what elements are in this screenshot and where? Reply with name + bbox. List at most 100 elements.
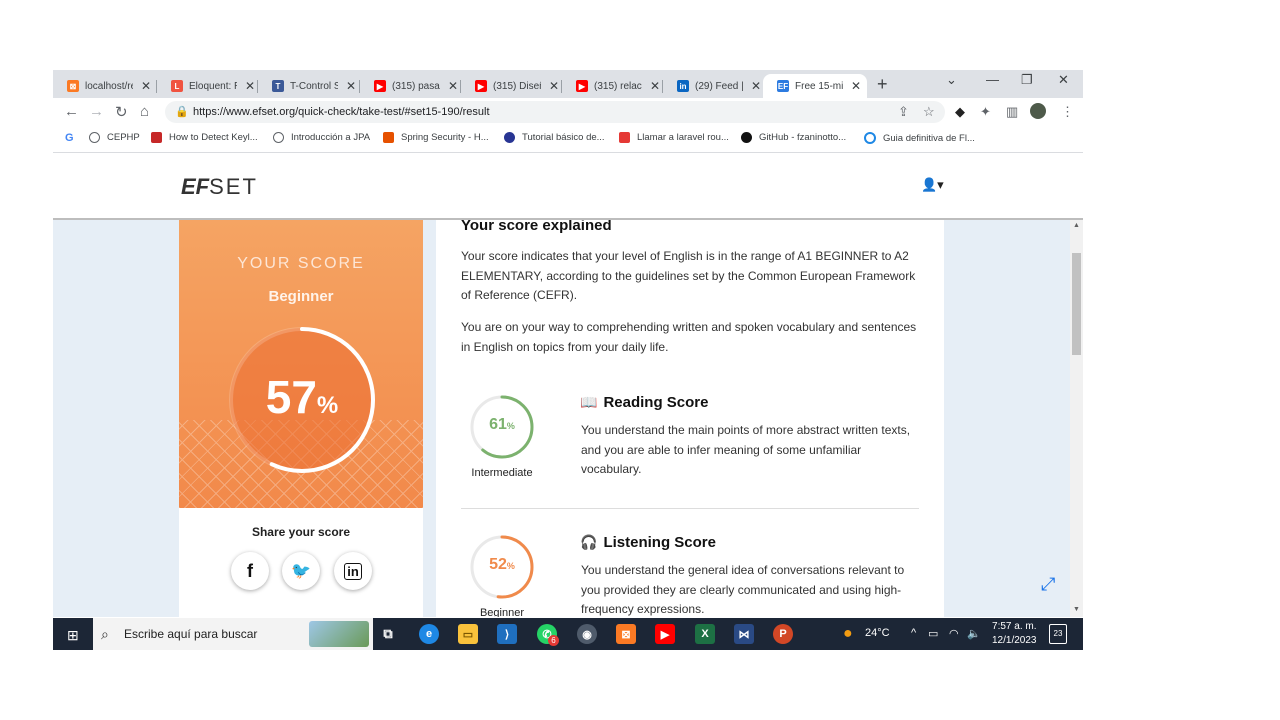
angular-extension-icon[interactable]: ◆ bbox=[955, 104, 965, 120]
xampp-taskbar-icon[interactable]: ⊠ bbox=[616, 624, 636, 644]
tab-youtube-3[interactable]: ▶ (315) relaci ✕ bbox=[562, 74, 663, 98]
powerpoint-icon[interactable]: P bbox=[773, 624, 793, 644]
tab-linkedin[interactable]: in (29) Feed | ✕ bbox=[663, 74, 763, 98]
user-menu-icon[interactable]: 👤▾ bbox=[921, 177, 944, 193]
back-icon[interactable]: ← bbox=[64, 103, 79, 120]
file-explorer-icon[interactable]: ▭ bbox=[458, 624, 478, 644]
windows-start-icon[interactable]: ⊞ bbox=[67, 627, 79, 644]
temperature[interactable]: 24°C bbox=[865, 627, 890, 639]
share-card: Share your score f 🐦 in bbox=[179, 508, 423, 617]
reading-score-value: 61% bbox=[489, 416, 515, 433]
bookmark-laravel-routes[interactable]: Llamar a laravel rou... bbox=[619, 132, 729, 143]
scroll-down-icon[interactable]: ▼ bbox=[1073, 606, 1080, 613]
weather-icon[interactable]: ● bbox=[843, 625, 853, 643]
browser-window: ⊠ localhost/re ✕ L Eloquent: R ✕ T T-Con… bbox=[53, 70, 1083, 650]
bookmark-tutorial[interactable]: Tutorial básico de... bbox=[504, 132, 605, 143]
reading-level: Intermediate bbox=[471, 467, 533, 479]
explained-paragraph-2: You are on your way to comprehending wri… bbox=[461, 320, 917, 354]
profile-avatar[interactable] bbox=[1030, 103, 1046, 119]
volume-icon[interactable]: 🔈 bbox=[967, 627, 981, 640]
bookmark-guia[interactable]: Guia definitiva de Fl... bbox=[864, 132, 975, 144]
chrome-icon[interactable]: ◉ bbox=[577, 624, 597, 644]
linkedin-share-button[interactable]: in bbox=[334, 552, 372, 590]
task-view-icon[interactable]: ⧉ bbox=[378, 624, 398, 644]
linkedin-icon: in bbox=[677, 80, 689, 92]
close-icon[interactable]: ✕ bbox=[851, 79, 861, 93]
site-header: EFSET 👤▾ bbox=[53, 153, 1083, 220]
bookmark-github[interactable]: GitHub - fzaninotto... bbox=[741, 132, 846, 143]
taskbar-search[interactable]: ⌕ Escribe aquí para buscar bbox=[93, 618, 373, 650]
twitter-share-button[interactable]: 🐦 bbox=[282, 552, 320, 590]
book-icon: 📖 bbox=[580, 394, 598, 410]
close-icon[interactable]: ✕ bbox=[346, 79, 356, 93]
youtube-icon: ▶ bbox=[576, 80, 588, 92]
star-icon[interactable]: ☆ bbox=[923, 104, 935, 120]
bookmark-icon bbox=[151, 132, 162, 143]
address-bar[interactable]: 🔒 https://www.efset.org/quick-check/take… bbox=[165, 101, 945, 123]
minimize-icon[interactable]: — bbox=[986, 72, 999, 87]
bookmark-google[interactable]: G bbox=[65, 132, 74, 144]
expand-icon[interactable]: ⤢ bbox=[1041, 574, 1055, 595]
tray-expand-icon[interactable]: ^ bbox=[911, 627, 916, 639]
close-icon[interactable]: ✕ bbox=[141, 79, 151, 93]
tab-eloquent[interactable]: L Eloquent: R ✕ bbox=[157, 74, 258, 98]
excel-icon[interactable]: X bbox=[695, 624, 715, 644]
tab-youtube-2[interactable]: ▶ (315) Diseñ ✕ bbox=[461, 74, 562, 98]
close-icon[interactable]: ✕ bbox=[245, 79, 255, 93]
battery-icon[interactable]: ▭ bbox=[928, 627, 938, 640]
close-icon[interactable]: ✕ bbox=[751, 79, 761, 93]
clock[interactable]: 7:57 a. m. 12/1/2023 bbox=[992, 620, 1037, 648]
vscode-icon[interactable]: ⟩ bbox=[497, 624, 517, 644]
bookmark-keylogger[interactable]: How to Detect Keyl... bbox=[151, 132, 258, 143]
lock-icon: 🔒 bbox=[175, 106, 189, 118]
xampp-icon: ⊠ bbox=[67, 80, 79, 92]
tab-tcontrol[interactable]: T T-Control S ✕ bbox=[258, 74, 360, 98]
facebook-share-button[interactable]: f bbox=[231, 552, 269, 590]
close-icon[interactable]: ✕ bbox=[549, 79, 559, 93]
listening-score-title: 🎧 Listening Score bbox=[580, 534, 716, 551]
notifications-icon[interactable]: 23 bbox=[1049, 624, 1067, 644]
bookmark-spring-security[interactable]: Spring Security - H... bbox=[383, 132, 489, 143]
close-icon[interactable]: ✕ bbox=[448, 79, 458, 93]
laravel-icon: L bbox=[171, 80, 183, 92]
bookmark-icon bbox=[864, 132, 876, 144]
home-icon[interactable]: ⌂ bbox=[140, 103, 149, 120]
youtube-icon: ▶ bbox=[475, 80, 487, 92]
windows-taskbar: ⊞ ⌕ Escribe aquí para buscar ⧉ e ▭ ⟩ ✆ 6… bbox=[53, 618, 1083, 650]
new-tab-button[interactable]: + bbox=[877, 74, 888, 95]
whatsapp-badge: 6 bbox=[548, 635, 559, 646]
ef-icon: EF bbox=[777, 80, 789, 92]
section-divider bbox=[461, 508, 919, 509]
restore-icon[interactable]: ❐ bbox=[1021, 72, 1033, 88]
github-icon bbox=[741, 132, 752, 143]
efset-logo[interactable]: EFSET bbox=[181, 174, 258, 200]
listening-score-text: You understand the general idea of conve… bbox=[581, 563, 905, 616]
tab-efset[interactable]: EF Free 15-mi ✕ bbox=[763, 74, 867, 98]
scroll-up-icon[interactable]: ▲ bbox=[1073, 222, 1080, 229]
side-panel-icon[interactable]: ▥ bbox=[1006, 104, 1018, 120]
edge-icon[interactable]: e bbox=[419, 624, 439, 644]
forward-icon[interactable]: → bbox=[89, 103, 104, 120]
tab-youtube-1[interactable]: ▶ (315) pasar ✕ bbox=[360, 74, 461, 98]
app-icon[interactable]: ⋈ bbox=[734, 624, 754, 644]
network-icon[interactable]: ◠ bbox=[949, 627, 959, 640]
page-scrollbar[interactable]: ▲ ▼ bbox=[1070, 220, 1083, 617]
tab-localhost[interactable]: ⊠ localhost/re ✕ bbox=[53, 74, 157, 98]
youtube-icon: ▶ bbox=[374, 80, 386, 92]
share-icon[interactable]: ⇪ bbox=[898, 104, 909, 120]
extensions-icon[interactable]: ✦ bbox=[980, 104, 991, 120]
linkedin-icon: in bbox=[344, 562, 362, 580]
youtube-taskbar-icon[interactable]: ▶ bbox=[655, 624, 675, 644]
tab-strip: ⊠ localhost/re ✕ L Eloquent: R ✕ T T-Con… bbox=[53, 70, 1083, 98]
menu-icon[interactable]: ⋮ bbox=[1061, 104, 1074, 120]
explained-title: Your score explained bbox=[461, 220, 612, 234]
close-icon[interactable]: ✕ bbox=[650, 79, 660, 93]
close-window-icon[interactable]: ✕ bbox=[1058, 72, 1069, 88]
bookmark-jpa[interactable]: Introducción a JPA bbox=[273, 132, 370, 143]
browser-toolbar: ← → ↻ ⌂ 🔒 https://www.efset.org/quick-ch… bbox=[53, 98, 1083, 126]
tab-search-icon[interactable]: ⌄ bbox=[946, 72, 957, 88]
twitter-icon: 🐦 bbox=[291, 563, 311, 580]
reload-icon[interactable]: ↻ bbox=[115, 103, 128, 121]
scrollbar-thumb[interactable] bbox=[1072, 253, 1081, 355]
bookmark-cephp[interactable]: CEPHP bbox=[89, 132, 140, 143]
